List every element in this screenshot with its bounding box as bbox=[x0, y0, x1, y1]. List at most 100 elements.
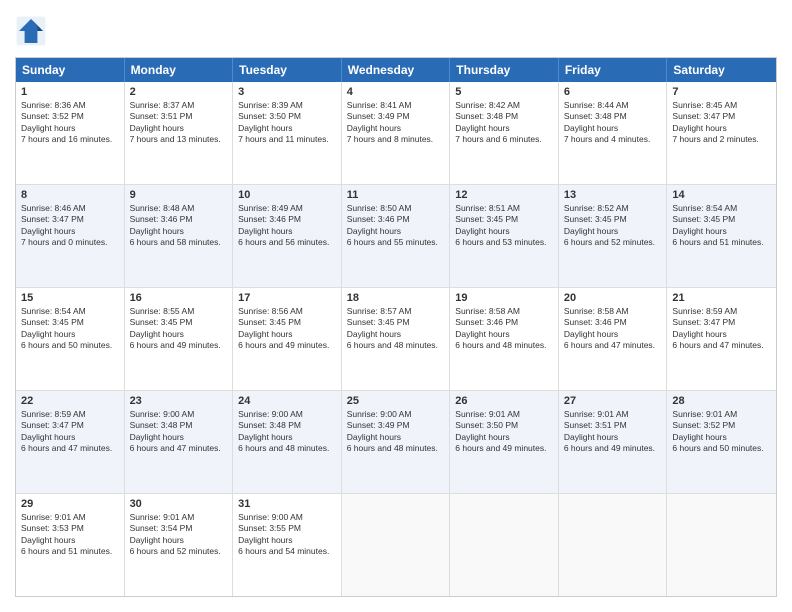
day-number: 14 bbox=[672, 189, 771, 201]
calendar-cell bbox=[450, 494, 559, 596]
calendar-week-row: 1Sunrise: 8:36 AMSunset: 3:52 PMDaylight… bbox=[16, 82, 776, 185]
cell-text: Sunrise: 8:59 AMSunset: 3:47 PMDaylight … bbox=[672, 306, 771, 352]
calendar-cell: 8Sunrise: 8:46 AMSunset: 3:47 PMDaylight… bbox=[16, 185, 125, 287]
cell-text: Sunrise: 9:01 AMSunset: 3:53 PMDaylight … bbox=[21, 512, 119, 558]
calendar-week-row: 8Sunrise: 8:46 AMSunset: 3:47 PMDaylight… bbox=[16, 185, 776, 288]
calendar: SundayMondayTuesdayWednesdayThursdayFrid… bbox=[15, 57, 777, 597]
cell-text: Sunrise: 9:01 AMSunset: 3:50 PMDaylight … bbox=[455, 409, 553, 455]
calendar-cell: 18 Sunrise: 8:57 AMSunset: 3:45 PMDayligh… bbox=[342, 288, 451, 390]
calendar-cell: 19Sunrise: 8:58 AMSunset: 3:46 PMDayligh… bbox=[450, 288, 559, 390]
day-number: 3 bbox=[238, 86, 336, 98]
calendar-cell: 24 Sunrise: 9:00 AMSunset: 3:48 PMDayligh… bbox=[233, 391, 342, 493]
day-number: 7 bbox=[672, 86, 771, 98]
calendar-cell: 27 Sunrise: 9:01 AMSunset: 3:51 PMDayligh… bbox=[559, 391, 668, 493]
cell-text: Sunrise: 8:49 AMSunset: 3:46 PMDaylight … bbox=[238, 203, 336, 249]
day-number: 23 bbox=[130, 395, 228, 407]
day-number: 12 bbox=[455, 189, 553, 201]
calendar-cell: 12 Sunrise: 8:51 AMSunset: 3:45 PMDayligh… bbox=[450, 185, 559, 287]
header-day: Wednesday bbox=[342, 58, 451, 82]
calendar-header: SundayMondayTuesdayWednesdayThursdayFrid… bbox=[16, 58, 776, 82]
day-number: 5 bbox=[455, 86, 553, 98]
day-number: 29 bbox=[21, 498, 119, 510]
cell-text: Sunrise: 8:51 AMSunset: 3:45 PMDaylight … bbox=[455, 203, 553, 249]
calendar-cell: 20 Sunrise: 8:58 AMSunset: 3:46 PMDayligh… bbox=[559, 288, 668, 390]
calendar-cell: 14 Sunrise: 8:54 AMSunset: 3:45 PMDayligh… bbox=[667, 185, 776, 287]
calendar-cell: 4 Sunrise: 8:41 AMSunset: 3:49 PMDaylight… bbox=[342, 82, 451, 184]
day-number: 25 bbox=[347, 395, 445, 407]
cell-text: Sunrise: 9:01 AMSunset: 3:52 PMDaylight … bbox=[672, 409, 771, 455]
calendar-cell: 15Sunrise: 8:54 AMSunset: 3:45 PMDayligh… bbox=[16, 288, 125, 390]
day-number: 8 bbox=[21, 189, 119, 201]
header-day: Tuesday bbox=[233, 58, 342, 82]
cell-text: Sunrise: 8:48 AMSunset: 3:46 PMDaylight … bbox=[130, 203, 228, 249]
logo-icon bbox=[15, 15, 47, 47]
calendar-cell: 22Sunrise: 8:59 AMSunset: 3:47 PMDayligh… bbox=[16, 391, 125, 493]
calendar-cell: 9 Sunrise: 8:48 AMSunset: 3:46 PMDaylight… bbox=[125, 185, 234, 287]
calendar-cell: 29 Sunrise: 9:01 AMSunset: 3:53 PMDayligh… bbox=[16, 494, 125, 596]
calendar-cell: 11 Sunrise: 8:50 AMSunset: 3:46 PMDayligh… bbox=[342, 185, 451, 287]
header-day: Monday bbox=[125, 58, 234, 82]
calendar-week-row: 15Sunrise: 8:54 AMSunset: 3:45 PMDayligh… bbox=[16, 288, 776, 391]
day-number: 16 bbox=[130, 292, 228, 304]
calendar-cell: 26 Sunrise: 9:01 AMSunset: 3:50 PMDayligh… bbox=[450, 391, 559, 493]
cell-text: Sunrise: 8:50 AMSunset: 3:46 PMDaylight … bbox=[347, 203, 445, 249]
day-number: 31 bbox=[238, 498, 336, 510]
day-number: 17 bbox=[238, 292, 336, 304]
day-number: 6 bbox=[564, 86, 662, 98]
calendar-cell: 1Sunrise: 8:36 AMSunset: 3:52 PMDaylight… bbox=[16, 82, 125, 184]
calendar-cell bbox=[667, 494, 776, 596]
day-number: 18 bbox=[347, 292, 445, 304]
calendar-cell: 31 Sunrise: 9:00 AMSunset: 3:55 PMDayligh… bbox=[233, 494, 342, 596]
calendar-cell: 2 Sunrise: 8:37 AMSunset: 3:51 PMDaylight… bbox=[125, 82, 234, 184]
cell-text: Sunrise: 8:52 AMSunset: 3:45 PMDaylight … bbox=[564, 203, 662, 249]
day-number: 9 bbox=[130, 189, 228, 201]
cell-text: Sunrise: 8:41 AMSunset: 3:49 PMDaylight … bbox=[347, 100, 445, 146]
calendar-cell: 13 Sunrise: 8:52 AMSunset: 3:45 PMDayligh… bbox=[559, 185, 668, 287]
day-number: 24 bbox=[238, 395, 336, 407]
day-number: 26 bbox=[455, 395, 553, 407]
calendar-cell: 17 Sunrise: 8:56 AMSunset: 3:45 PMDayligh… bbox=[233, 288, 342, 390]
header-day: Thursday bbox=[450, 58, 559, 82]
cell-text: Sunrise: 8:39 AMSunset: 3:50 PMDaylight … bbox=[238, 100, 336, 146]
cell-text: Sunrise: 8:55 AMSunset: 3:45 PMDaylight … bbox=[130, 306, 228, 352]
cell-text: Sunrise: 8:37 AMSunset: 3:51 PMDaylight … bbox=[130, 100, 228, 146]
cell-text: Sunrise: 8:56 AMSunset: 3:45 PMDaylight … bbox=[238, 306, 336, 352]
cell-text: Sunrise: 8:42 AMSunset: 3:48 PMDaylight … bbox=[455, 100, 553, 146]
calendar-cell: 5 Sunrise: 8:42 AMSunset: 3:48 PMDaylight… bbox=[450, 82, 559, 184]
cell-text: Sunrise: 8:36 AMSunset: 3:52 PMDaylight … bbox=[21, 100, 119, 146]
cell-text: Sunrise: 8:45 AMSunset: 3:47 PMDaylight … bbox=[672, 100, 771, 146]
cell-text: Sunrise: 8:54 AMSunset: 3:45 PMDaylight … bbox=[21, 306, 119, 352]
header bbox=[15, 15, 777, 47]
cell-text: Sunrise: 9:00 AMSunset: 3:48 PMDaylight … bbox=[130, 409, 228, 455]
calendar-cell: 23 Sunrise: 9:00 AMSunset: 3:48 PMDayligh… bbox=[125, 391, 234, 493]
cell-text: Sunrise: 9:00 AMSunset: 3:55 PMDaylight … bbox=[238, 512, 336, 558]
cell-text: Sunrise: 8:59 AMSunset: 3:47 PMDaylight … bbox=[21, 409, 119, 455]
header-day: Sunday bbox=[16, 58, 125, 82]
day-number: 21 bbox=[672, 292, 771, 304]
day-number: 2 bbox=[130, 86, 228, 98]
day-number: 4 bbox=[347, 86, 445, 98]
cell-text: Sunrise: 9:01 AMSunset: 3:51 PMDaylight … bbox=[564, 409, 662, 455]
day-number: 30 bbox=[130, 498, 228, 510]
day-number: 13 bbox=[564, 189, 662, 201]
calendar-body: 1Sunrise: 8:36 AMSunset: 3:52 PMDaylight… bbox=[16, 82, 776, 596]
cell-text: Sunrise: 8:54 AMSunset: 3:45 PMDaylight … bbox=[672, 203, 771, 249]
cell-text: Sunrise: 9:00 AMSunset: 3:49 PMDaylight … bbox=[347, 409, 445, 455]
header-day: Saturday bbox=[667, 58, 776, 82]
day-number: 11 bbox=[347, 189, 445, 201]
calendar-cell: 7 Sunrise: 8:45 AMSunset: 3:47 PMDaylight… bbox=[667, 82, 776, 184]
cell-text: Sunrise: 8:58 AMSunset: 3:46 PMDaylight … bbox=[564, 306, 662, 352]
calendar-cell: 28 Sunrise: 9:01 AMSunset: 3:52 PMDayligh… bbox=[667, 391, 776, 493]
day-number: 27 bbox=[564, 395, 662, 407]
calendar-cell: 10 Sunrise: 8:49 AMSunset: 3:46 PMDayligh… bbox=[233, 185, 342, 287]
calendar-cell: 3 Sunrise: 8:39 AMSunset: 3:50 PMDaylight… bbox=[233, 82, 342, 184]
page: SundayMondayTuesdayWednesdayThursdayFrid… bbox=[0, 0, 792, 612]
cell-text: Sunrise: 8:57 AMSunset: 3:45 PMDaylight … bbox=[347, 306, 445, 352]
cell-text: Sunrise: 9:00 AMSunset: 3:48 PMDaylight … bbox=[238, 409, 336, 455]
day-number: 28 bbox=[672, 395, 771, 407]
day-number: 20 bbox=[564, 292, 662, 304]
calendar-cell: 21 Sunrise: 8:59 AMSunset: 3:47 PMDayligh… bbox=[667, 288, 776, 390]
day-number: 19 bbox=[455, 292, 553, 304]
calendar-week-row: 22Sunrise: 8:59 AMSunset: 3:47 PMDayligh… bbox=[16, 391, 776, 494]
day-number: 10 bbox=[238, 189, 336, 201]
